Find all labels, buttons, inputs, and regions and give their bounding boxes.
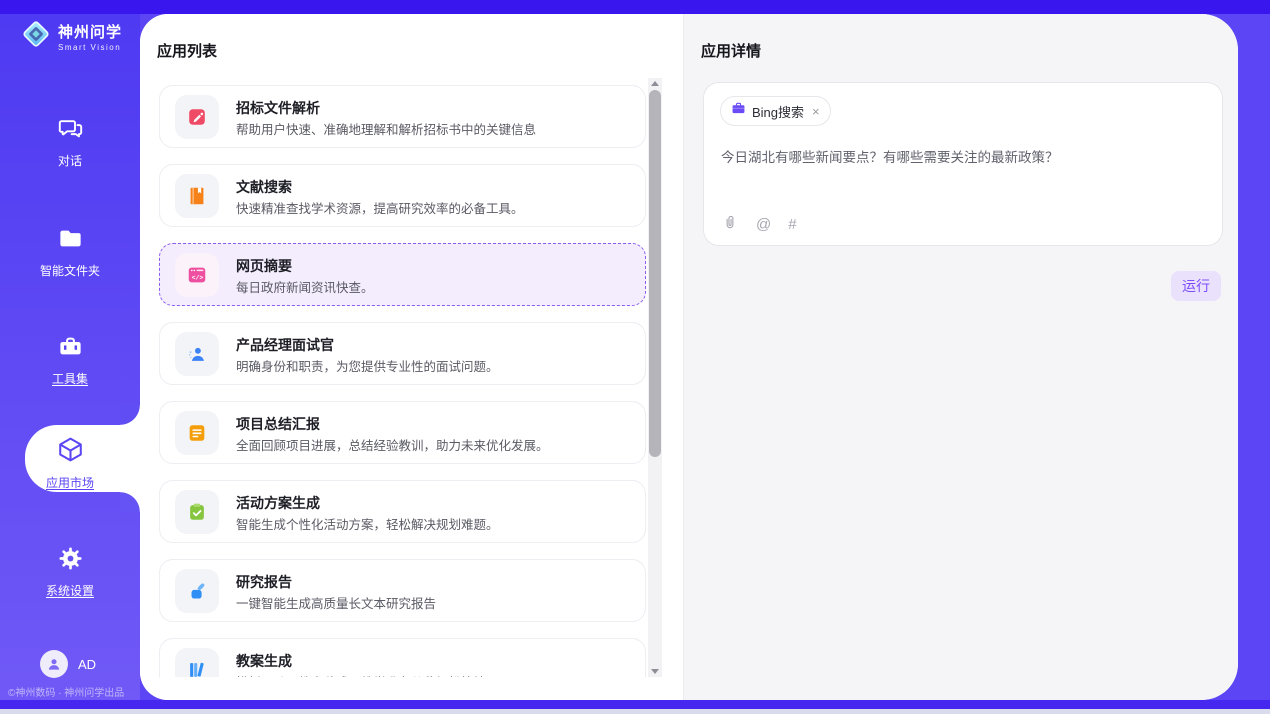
at-mention-icon[interactable]: @ [756, 216, 771, 233]
sidebar-item-app-market[interactable]: 应用市场 [0, 435, 140, 491]
window-bottom-bar [0, 700, 1270, 709]
books-icon [175, 648, 219, 677]
briefcase-icon [731, 101, 746, 121]
sidebar-footer-credit: ©神州数码 · 神州问学出品 [8, 684, 140, 699]
toolbox-icon [57, 333, 84, 365]
cube-icon [56, 435, 85, 469]
user-initials: AD [78, 657, 96, 672]
bubble-top-connector [120, 405, 140, 425]
clipboard-check-icon [175, 490, 219, 534]
app-logo: 神州问学 Smart Vision [20, 18, 122, 55]
app-detail-title: 应用详情 [701, 40, 761, 61]
app-description: 模板驱动，教案秒成，教学准备从此轻松快捷 [236, 672, 486, 677]
app-detail-panel: 应用详情 Bing搜索 × 今日湖北有哪些新闻要点？有哪些需要关注的最新政策？ [683, 14, 1238, 700]
app-name: 研究报告 [236, 572, 292, 592]
app-card-event-plan[interactable]: 活动方案生成 智能生成个性化活动方案，轻松解决规划难题。 [159, 480, 646, 543]
sidebar-item-label: 系统设置 [46, 582, 94, 599]
app-description: 智能生成个性化活动方案，轻松解决规划难题。 [236, 514, 499, 533]
window-top-strip [0, 0, 1270, 14]
sidebar-item-chat[interactable]: 对话 [0, 115, 140, 169]
app-card-tender-analysis[interactable]: 招标文件解析 帮助用户快速、准确地理解和解析招标书中的关键信息 [159, 85, 646, 148]
app-description: 每日政府新闻资讯快查。 [236, 277, 374, 296]
sidebar-item-label: 对话 [58, 152, 82, 169]
scroll-up-arrow[interactable] [651, 81, 659, 86]
query-text: 今日湖北有哪些新闻要点？有哪些需要关注的最新政策？ [721, 146, 1201, 166]
app-card-lesson-plan[interactable]: 教案生成 模板驱动，教案秒成，教学准备从此轻松快捷 [159, 638, 646, 677]
app-card-web-summary[interactable]: </> 网页摘要 每日政府新闻资讯快查。 [159, 243, 646, 306]
logo-title: 神州问学 [58, 21, 122, 42]
window-bottom-edge [0, 709, 1270, 714]
query-input-area[interactable]: Bing搜索 × 今日湖北有哪些新闻要点？有哪些需要关注的最新政策？ @ # [703, 82, 1223, 246]
app-description: 一键智能生成高质量长文本研究报告 [236, 593, 436, 612]
chip-close-icon[interactable]: × [812, 104, 820, 119]
list-scrollbar[interactable] [648, 78, 662, 677]
app-window: 神州问学 Smart Vision 对话 智能文件夹 [0, 0, 1270, 714]
app-name: 项目总结汇报 [236, 414, 320, 434]
sidebar-item-label: 智能文件夹 [40, 262, 100, 279]
app-card-project-summary[interactable]: 项目总结汇报 全面回顾项目进展，总结经验教训，助力未来优化发展。 [159, 401, 646, 464]
sidebar-item-smart-folder[interactable]: 智能文件夹 [0, 225, 140, 279]
bubble-bottom-connector [120, 492, 140, 512]
logo-subtitle: Smart Vision [58, 43, 122, 52]
sidebar-item-settings[interactable]: 系统设置 [0, 545, 140, 599]
scroll-down-arrow[interactable] [651, 669, 659, 674]
app-card-literature-search[interactable]: 文献搜索 快速精准查找学术资源，提高研究效率的必备工具。 [159, 164, 646, 227]
scrollbar-thumb[interactable] [649, 90, 661, 457]
folder-icon [57, 225, 84, 257]
app-description: 全面回顾项目进展，总结经验教训，助力未来优化发展。 [236, 435, 549, 454]
interviewer-icon [175, 332, 219, 376]
app-card-research-report[interactable]: 研究报告 一键智能生成高质量长文本研究报告 [159, 559, 646, 622]
gear-icon [57, 545, 84, 577]
avatar [40, 650, 68, 678]
app-name: 产品经理面试官 [236, 335, 334, 355]
svg-text:</>: </> [192, 275, 204, 282]
app-description: 明确身份和职责，为您提供专业性的面试问题。 [236, 356, 499, 375]
sidebar-item-label: 应用市场 [46, 474, 94, 491]
app-name: 招标文件解析 [236, 98, 320, 118]
logo-diamond-icon [20, 18, 52, 55]
browser-code-icon: </> [175, 253, 219, 297]
hash-tag-icon[interactable]: # [788, 216, 796, 233]
research-report-icon [175, 569, 219, 613]
book-icon [175, 174, 219, 218]
note-icon [175, 411, 219, 455]
app-list-scroll-area: 招标文件解析 帮助用户快速、准确地理解和解析招标书中的关键信息 文献搜索 快速精… [140, 14, 683, 677]
app-description: 快速精准查找学术资源，提高研究效率的必备工具。 [236, 198, 524, 217]
app-name: 文献搜索 [236, 177, 292, 197]
edit-document-icon [175, 95, 219, 139]
app-card-pm-interviewer[interactable]: 产品经理面试官 明确身份和职责，为您提供专业性的面试问题。 [159, 322, 646, 385]
sidebar-item-toolset[interactable]: 工具集 [0, 333, 140, 387]
user-account[interactable]: AD [40, 650, 96, 678]
main-content: 应用列表 招标文件解析 帮助用户快速、准确地理解和解析招标书中的关键信息 [140, 14, 1238, 700]
app-description: 帮助用户快速、准确地理解和解析招标书中的关键信息 [236, 119, 536, 138]
chat-icon [57, 115, 84, 147]
tool-chip-label: Bing搜索 [752, 102, 804, 121]
app-name: 活动方案生成 [236, 493, 320, 513]
run-button[interactable]: 运行 [1171, 271, 1221, 301]
app-name: 教案生成 [236, 651, 292, 671]
composer-toolbar: @ # [721, 213, 797, 236]
tool-chip-bing-search[interactable]: Bing搜索 × [720, 96, 831, 126]
app-list-panel: 应用列表 招标文件解析 帮助用户快速、准确地理解和解析招标书中的关键信息 [140, 14, 683, 700]
sidebar: 神州问学 Smart Vision 对话 智能文件夹 [0, 14, 140, 700]
app-name: 网页摘要 [236, 256, 292, 276]
sidebar-item-label: 工具集 [52, 370, 88, 387]
paperclip-icon[interactable] [721, 213, 739, 236]
